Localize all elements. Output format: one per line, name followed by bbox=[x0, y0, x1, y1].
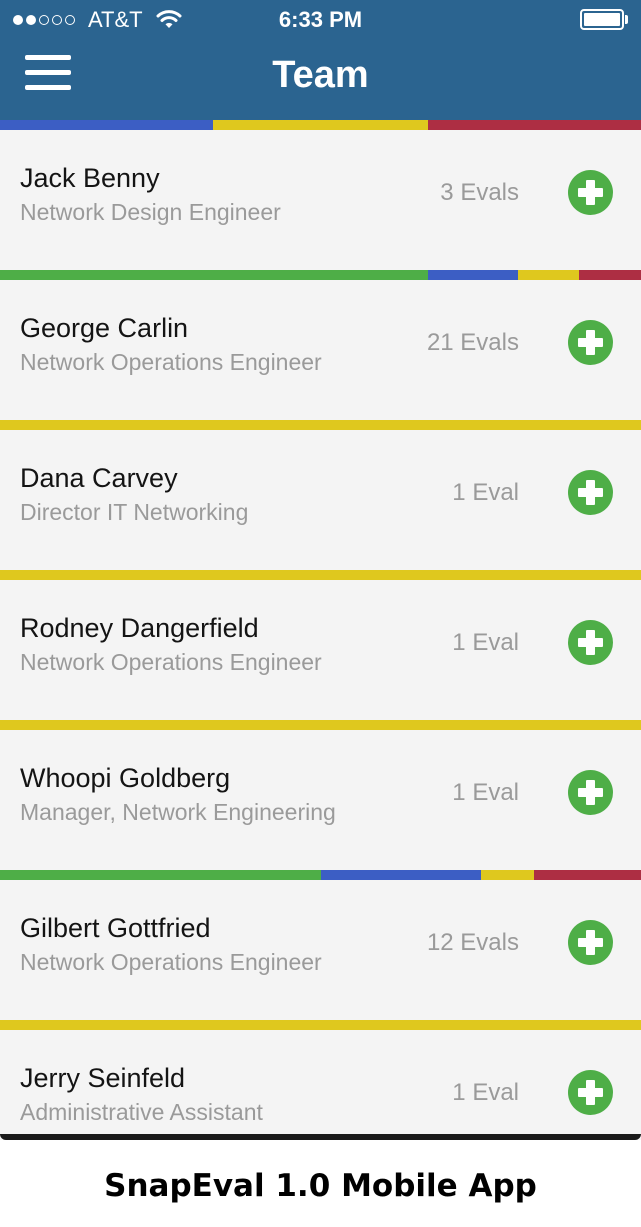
row-color-stripe bbox=[0, 720, 641, 730]
member-name: Jerry Seinfeld bbox=[20, 1063, 186, 1093]
member-role: Network Operations Engineer bbox=[20, 349, 322, 375]
plus-bar bbox=[586, 1080, 595, 1105]
stripe-segment bbox=[0, 720, 641, 730]
eval-count: 1 Eval bbox=[452, 629, 519, 656]
stripe-segment bbox=[517, 270, 579, 280]
eval-count: 3 Evals bbox=[440, 179, 519, 206]
member-name: George Carlin bbox=[20, 313, 189, 343]
member-name: Whoopi Goldberg bbox=[20, 763, 231, 793]
stripe-segment bbox=[0, 1020, 641, 1030]
battery-icon bbox=[580, 9, 624, 30]
eval-count: 21 Evals bbox=[426, 329, 519, 356]
member-name: Rodney Dangerfield bbox=[20, 613, 259, 643]
add-eval-icon[interactable] bbox=[568, 170, 613, 215]
team-member-row[interactable]: Dana Carvey Director IT Networking 1 Eval bbox=[0, 430, 641, 570]
team-member-row[interactable]: Gilbert Gottfried Network Operations Engi… bbox=[0, 880, 641, 1020]
row-color-stripe bbox=[0, 570, 641, 580]
battery-tip bbox=[625, 15, 628, 24]
eval-count: 1 Eval bbox=[452, 1079, 519, 1106]
stripe-segment bbox=[0, 420, 641, 430]
add-eval-icon[interactable] bbox=[568, 1070, 613, 1115]
stripe-segment bbox=[213, 120, 428, 130]
screen-bottom-edge bbox=[0, 1134, 641, 1140]
eval-count: 1 Eval bbox=[452, 779, 519, 806]
member-name: Jack Benny bbox=[20, 163, 160, 193]
plus-bar bbox=[586, 630, 595, 655]
plus-bar bbox=[586, 480, 595, 505]
status-time: 6:33 PM bbox=[278, 7, 363, 32]
team-member-row[interactable]: George Carlin Network Operations Engineer… bbox=[0, 280, 641, 420]
team-member-row[interactable]: Jerry Seinfeld Administrative Assistant 1 … bbox=[0, 1030, 641, 1140]
app-caption: SnapEval 1.0 Mobile App bbox=[104, 1168, 537, 1204]
plus-bar bbox=[586, 180, 595, 205]
add-eval-icon[interactable] bbox=[568, 920, 613, 965]
member-name: Dana Carvey bbox=[20, 463, 178, 493]
phone-screen: AT&T 6:33 PM Team Jack Benny Network Desi… bbox=[0, 0, 641, 1140]
stripe-segment bbox=[427, 270, 518, 280]
stripe-segment bbox=[578, 270, 641, 280]
add-eval-icon[interactable] bbox=[568, 320, 613, 365]
stripe-segment bbox=[0, 270, 428, 280]
member-role: Administrative Assistant bbox=[20, 1099, 263, 1125]
add-eval-icon[interactable] bbox=[568, 770, 613, 815]
row-color-stripe bbox=[0, 120, 641, 130]
row-color-stripe bbox=[0, 1020, 641, 1030]
member-role: Network Operations Engineer bbox=[20, 649, 322, 675]
stripe-segment bbox=[0, 870, 321, 880]
team-member-row[interactable]: Whoopi Goldberg Manager, Network Engineer… bbox=[0, 730, 641, 870]
stripe-segment bbox=[0, 120, 214, 130]
team-member-row[interactable]: Jack Benny Network Design Engineer 3 Evals bbox=[0, 130, 641, 270]
add-eval-icon[interactable] bbox=[568, 470, 613, 515]
plus-bar bbox=[586, 780, 595, 805]
battery-level bbox=[584, 13, 620, 26]
stripe-segment bbox=[533, 870, 641, 880]
row-color-stripe bbox=[0, 870, 641, 880]
team-member-row[interactable]: Rodney Dangerfield Network Operations Eng… bbox=[0, 580, 641, 720]
stripe-segment bbox=[320, 870, 481, 880]
member-name: Gilbert Gottfried bbox=[20, 913, 211, 943]
add-eval-icon[interactable] bbox=[568, 620, 613, 665]
row-color-stripe bbox=[0, 270, 641, 280]
member-role: Manager, Network Engineering bbox=[20, 799, 336, 825]
stripe-segment bbox=[427, 120, 641, 130]
row-color-stripe bbox=[0, 420, 641, 430]
plus-bar bbox=[586, 330, 595, 355]
stripe-segment bbox=[480, 870, 534, 880]
eval-count: 1 Eval bbox=[452, 479, 519, 506]
member-role: Network Operations Engineer bbox=[20, 949, 322, 975]
top-bar: AT&T 6:33 PM Team bbox=[0, 0, 641, 120]
member-role: Network Design Engineer bbox=[20, 199, 281, 225]
eval-count: 12 Evals bbox=[426, 929, 519, 956]
plus-bar bbox=[586, 930, 595, 955]
stripe-segment bbox=[0, 570, 641, 580]
page-title: Team bbox=[272, 54, 369, 96]
status-bar: AT&T 6:33 PM bbox=[0, 0, 641, 40]
member-role: Director IT Networking bbox=[20, 499, 249, 525]
